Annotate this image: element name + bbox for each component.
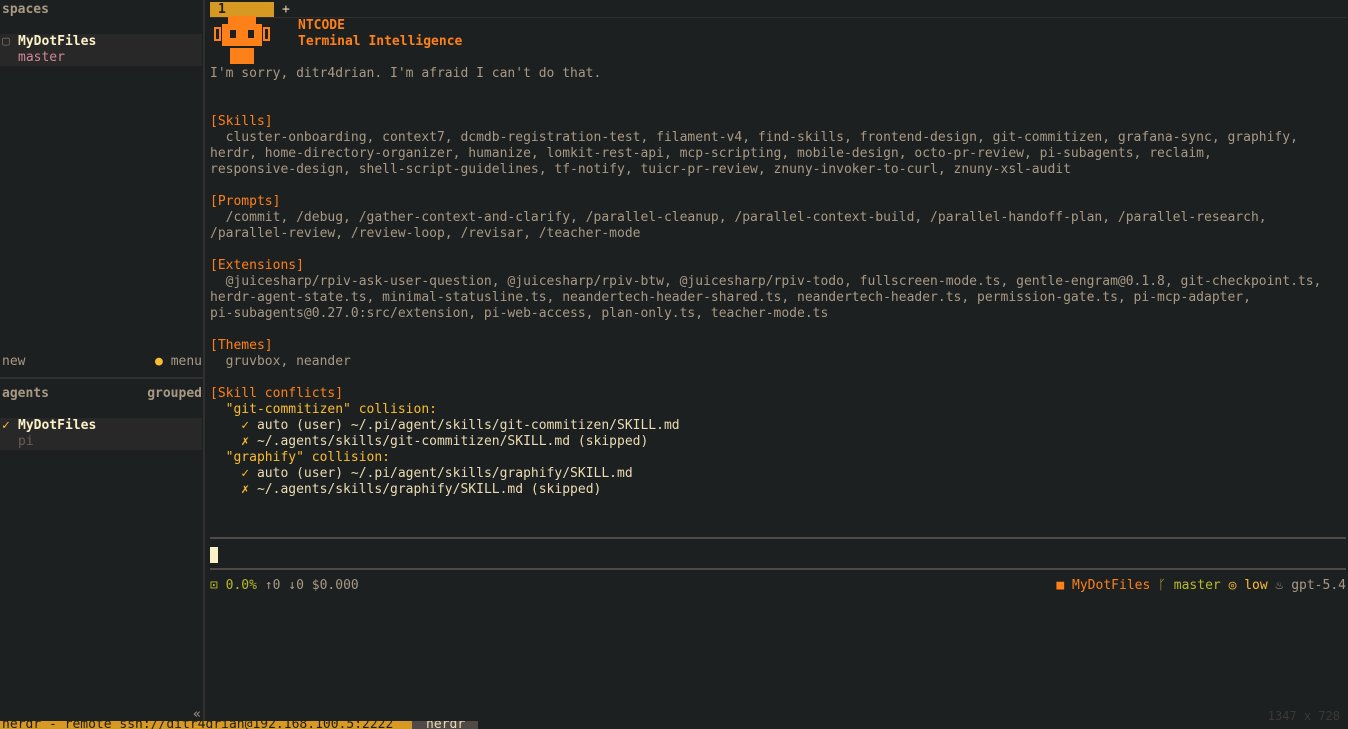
conflict-skipped-line: ✗ ~/.agents/skills/graphify/SKILL.md (sk…	[210, 482, 602, 497]
agent-sub: pi	[18, 434, 34, 449]
session-label: herdr - remote ssh://ditr4drian@192.168.…	[0, 721, 412, 729]
agent-item-mydotfiles[interactable]: ✓ MyDotFiles pi	[0, 418, 202, 450]
check-icon: ✓	[210, 418, 257, 433]
brand-subtitle: Terminal Intelligence	[298, 34, 463, 49]
cost: $0.000	[311, 578, 359, 593]
menu-label: menu	[170, 354, 202, 369]
conflict-skipped-line: ✗ ~/.agents/skills/git-commitizen/SKILL.…	[210, 434, 649, 449]
spaces-title: spaces	[2, 2, 49, 17]
new-space-button[interactable]: new	[2, 354, 25, 370]
multiplexer-status-bar: herdr - remote ssh://ditr4drian@192.168.…	[0, 721, 1348, 729]
space-marker-icon: ▢	[2, 34, 10, 49]
model-icon: ♨	[1275, 578, 1284, 593]
sidebar-divider	[0, 377, 203, 379]
check-icon: ✓	[2, 418, 10, 433]
conflict-title: "git-commitizen" collision:	[210, 402, 437, 417]
terminal-pane[interactable]: 1 + NTCODE Terminal Intelligence I'm sor…	[210, 0, 1346, 721]
skills-line: herdr, home-directory-organizer, humaniz…	[210, 146, 1212, 161]
add-tab-icon[interactable]: +	[282, 2, 290, 18]
space-branch: master	[18, 50, 65, 65]
grouped-toggle[interactable]: grouped	[147, 386, 202, 402]
brand-title: NTCODE	[298, 18, 345, 33]
conflict-resolved-line: ✓ auto (user) ~/.pi/agent/skills/graphif…	[210, 466, 633, 481]
agents-title: agents	[2, 386, 49, 401]
extensions-line: pi-subagents@0.27.0:src/extension, pi-we…	[210, 306, 829, 321]
cross-icon: ✗	[210, 434, 257, 449]
spaces-header: spaces	[2, 2, 202, 18]
check-icon: ✓	[210, 466, 257, 481]
model-name: gpt-5.4	[1291, 578, 1346, 593]
extensions-header: [Extensions]	[210, 258, 304, 273]
effort-icon: ◎	[1228, 578, 1237, 593]
branch-name: master	[1173, 578, 1221, 593]
git-branch-icon: ᚴ	[1158, 578, 1166, 593]
session-tab[interactable]: herdr	[412, 721, 478, 729]
status-line: ⊡ 0.0% ↑0 ↓0 $0.000 ■ MyDotFiles ᚴ maste…	[210, 578, 1346, 594]
text-cursor	[210, 547, 218, 563]
agents-header: agents grouped	[2, 386, 202, 402]
themes-line: gruvbox, neander	[210, 354, 351, 369]
folder-icon: ■	[1056, 578, 1065, 593]
agent-name: MyDotFiles	[18, 418, 97, 433]
status-left: ⊡ 0.0% ↑0 ↓0 $0.000	[210, 578, 359, 594]
ntcode-robot-logo-icon	[214, 16, 270, 64]
skills-line: responsive-design, shell-script-guidelin…	[210, 162, 1071, 177]
sidebar: spaces ▢ MyDotFiles master new ● menu age…	[0, 0, 205, 722]
prompts-line: /commit, /debug, /gather-context-and-cla…	[210, 210, 1267, 225]
conflict-title: "graphify" collision:	[210, 450, 391, 465]
conflict-resolved-line: ✓ auto (user) ~/.pi/agent/skills/git-com…	[210, 418, 680, 433]
context-icon: ⊡	[210, 578, 218, 593]
skill-conflicts-header: [Skill conflicts]	[210, 386, 344, 401]
themes-header: [Themes]	[210, 338, 273, 353]
skills-line: cluster-onboarding, context7, dcmdb-regi…	[210, 130, 1298, 145]
extensions-line: @juicesharp/rpiv-ask-user-question, @jui…	[210, 274, 1322, 289]
tab-rule	[210, 17, 1346, 18]
spaces-footer: new ● menu	[2, 354, 202, 370]
token-count: ↑0 ↓0	[264, 578, 304, 593]
greeting-text: I'm sorry, ditr4drian. I'm afraid I can'…	[210, 66, 602, 81]
context-percent: 0.0%	[225, 578, 257, 593]
menu-button[interactable]: ● menu	[155, 354, 202, 370]
prompts-line: /parallel-review, /review-loop, /revisar…	[210, 226, 641, 241]
prompts-header: [Prompts]	[210, 194, 281, 209]
space-item-mydotfiles[interactable]: ▢ MyDotFiles master	[0, 34, 202, 66]
project-name: MyDotFiles	[1072, 578, 1151, 593]
prompt-input[interactable]	[210, 537, 1346, 570]
menu-dot-icon: ●	[155, 354, 163, 369]
extensions-line: herdr-agent-state.ts, minimal-statusline…	[210, 290, 1251, 305]
status-right: ■ MyDotFiles ᚴ master ◎ low ♨ gpt-5.4	[1056, 578, 1346, 594]
effort-level: low	[1244, 578, 1268, 593]
space-name: MyDotFiles	[18, 34, 97, 49]
cross-icon: ✗	[210, 482, 257, 497]
skills-header: [Skills]	[210, 114, 273, 129]
